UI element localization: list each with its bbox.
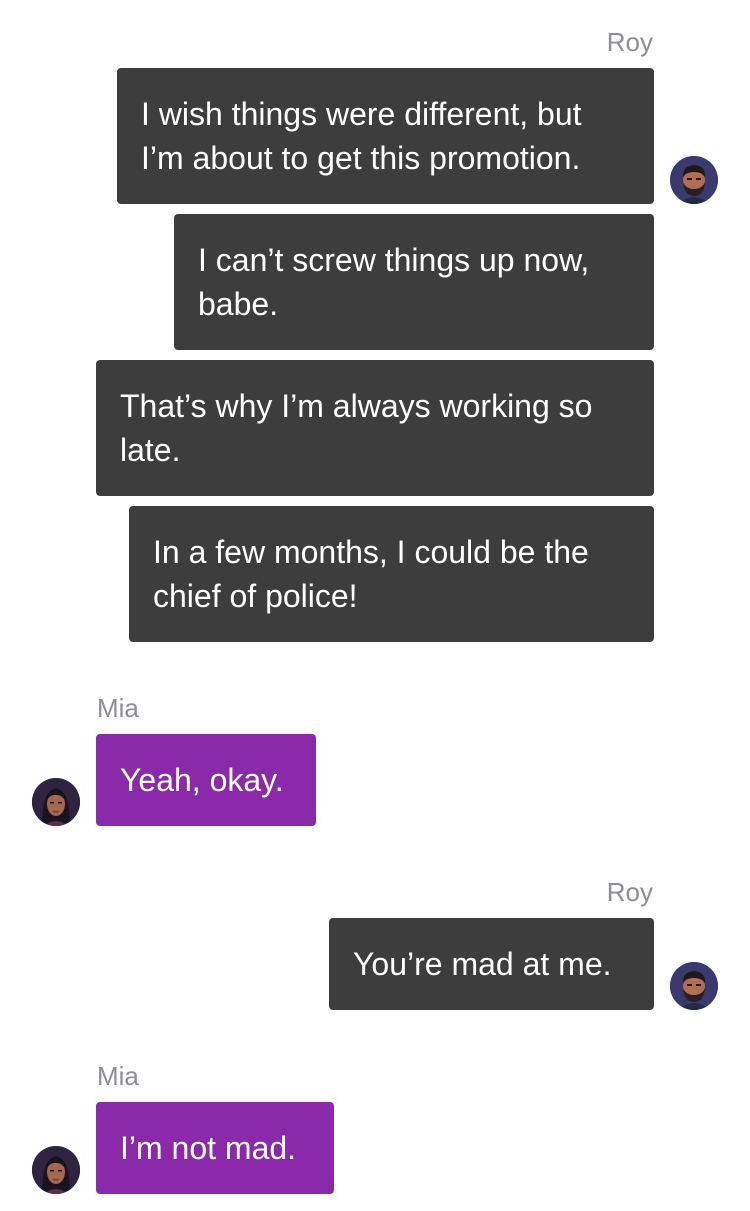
mia-avatar-icon[interactable] — [32, 778, 80, 826]
roy-avatar-icon[interactable] — [670, 156, 718, 204]
message-bubble-mia[interactable]: I’m not mad. — [96, 1102, 334, 1194]
sender-name-mia: Mia — [97, 693, 139, 723]
mia-avatar-icon[interactable] — [32, 1146, 80, 1194]
sender-name-roy: Roy — [606, 877, 653, 907]
message-bubble-mia[interactable]: Yeah, okay. — [96, 734, 316, 826]
roy-avatar-icon[interactable] — [670, 962, 718, 1010]
sender-name-roy: Roy — [606, 27, 653, 57]
message-bubble-roy[interactable]: In a few months, I could be the chief of… — [129, 506, 654, 642]
message-bubble-roy[interactable]: You’re mad at me. — [329, 918, 654, 1010]
message-bubble-roy[interactable]: I can’t screw things up now, babe. — [174, 214, 654, 350]
sender-name-mia: Mia — [97, 1061, 139, 1091]
message-bubble-roy[interactable]: I wish things were different, but I’m ab… — [117, 68, 654, 204]
message-bubble-roy[interactable]: That’s why I’m always working so late. — [96, 360, 654, 496]
